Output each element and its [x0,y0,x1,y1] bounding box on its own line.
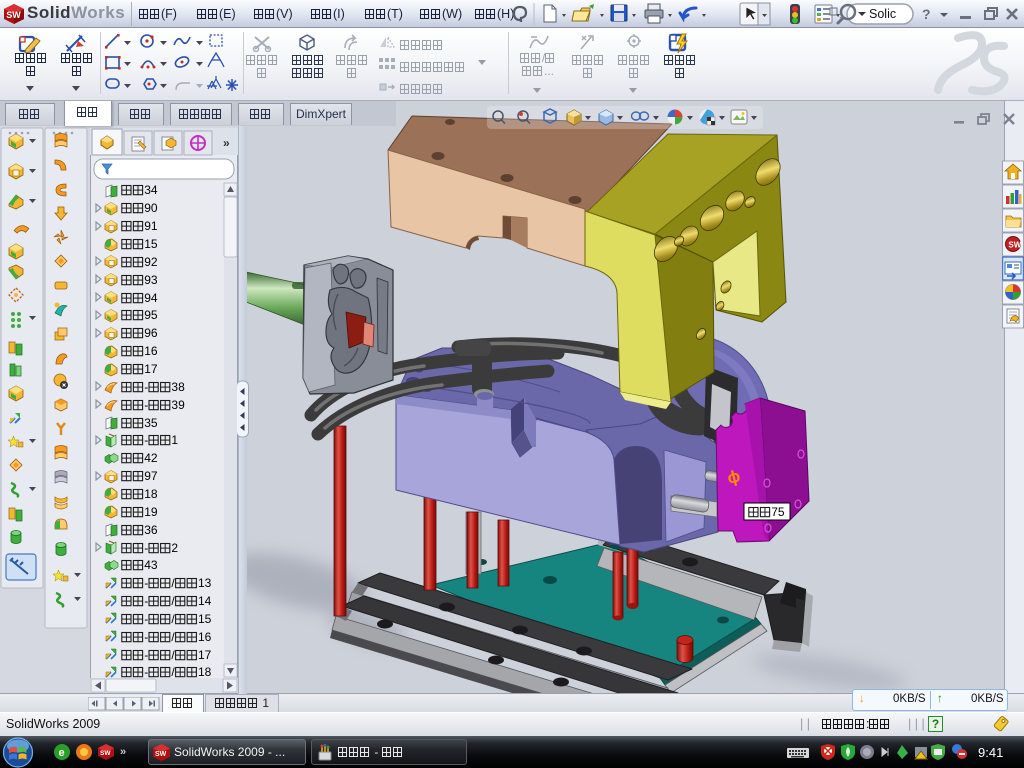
svg-text:/: / [171,630,175,644]
svg-text:17: 17 [198,648,212,662]
svg-text:43: 43 [144,558,158,572]
svg-text:»: » [223,136,230,150]
svg-text:-: - [144,630,148,644]
svg-text:-: - [144,380,148,394]
svg-text:16: 16 [198,630,212,644]
svg-text:90: 90 [144,201,158,215]
svg-text:Solic: Solic [869,7,896,21]
svg-text:15: 15 [144,237,158,251]
svg-text:13: 13 [198,576,212,590]
svg-text:1: 1 [171,433,178,447]
svg-text:-: - [144,541,148,555]
svg-text:/: / [171,665,175,679]
svg-text:SW: SW [100,750,111,757]
svg-text:-: - [144,398,148,412]
svg-text:34: 34 [144,183,158,197]
svg-text:-: - [144,648,148,662]
svg-text:-: - [144,665,148,679]
svg-text:95: 95 [144,308,158,322]
svg-text:14: 14 [198,594,212,608]
svg-text:SW: SW [155,751,167,758]
svg-text:?: ? [922,6,931,22]
svg-text:/: / [171,648,175,662]
svg-text:75: 75 [771,505,785,519]
svg-text:SW: SW [1008,241,1021,250]
svg-text:/: / [171,594,175,608]
svg-text:97: 97 [144,469,158,483]
svg-text:/: / [171,612,175,626]
svg-text:15: 15 [198,612,212,626]
svg-text:96: 96 [144,326,158,340]
svg-text:93: 93 [144,273,158,287]
svg-text:/: / [171,576,175,590]
svg-text:16: 16 [144,344,158,358]
svg-text:19: 19 [144,505,158,519]
svg-text:-: - [144,433,148,447]
svg-text:39: 39 [171,398,185,412]
svg-text:-: - [144,594,148,608]
svg-text:e: e [59,747,65,759]
svg-text:42: 42 [144,451,158,465]
svg-text:»: » [120,746,126,758]
svg-text:-: - [144,612,148,626]
svg-text:94: 94 [144,291,158,305]
svg-text:36: 36 [144,523,158,537]
svg-text:-: - [144,576,148,590]
svg-text:91: 91 [144,219,158,233]
svg-text:SW: SW [6,10,21,20]
svg-text:92: 92 [144,255,158,269]
svg-text:2: 2 [171,541,178,555]
svg-text:18: 18 [198,665,212,679]
svg-text:18: 18 [144,487,158,501]
svg-text:35: 35 [144,416,158,430]
svg-text:17: 17 [144,362,158,376]
svg-text:38: 38 [171,380,185,394]
